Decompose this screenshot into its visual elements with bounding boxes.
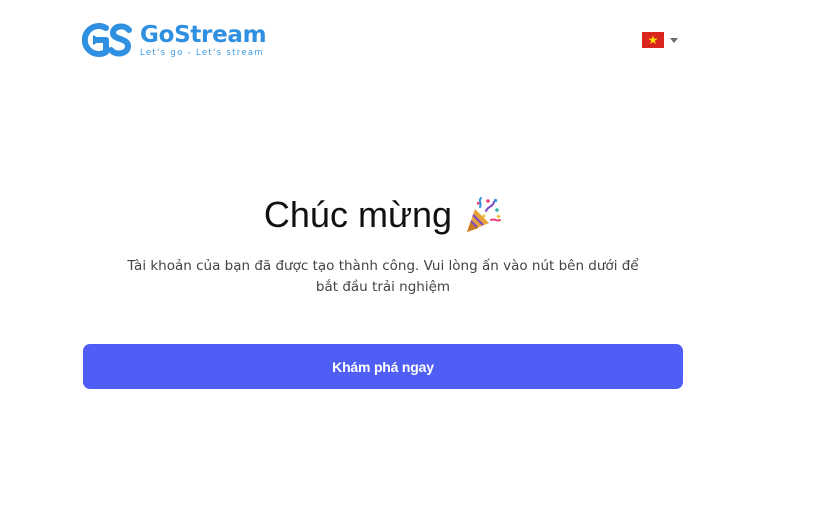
success-message: Tài khoản của bạn đã được tạo thành công… bbox=[127, 258, 639, 295]
title-row: Chúc mừng bbox=[0, 193, 766, 237]
page-title: Chúc mừng bbox=[263, 194, 453, 235]
logo-text: GoStream Let's go - Let's stream bbox=[140, 21, 267, 58]
gostream-logo-icon bbox=[82, 23, 132, 57]
brand-name: GoStream bbox=[140, 21, 267, 48]
explore-now-button[interactable]: Khám phá ngay bbox=[83, 344, 683, 389]
caret-down-icon[interactable] bbox=[670, 37, 678, 43]
party-popper-icon bbox=[467, 197, 502, 232]
vietnam-flag-icon bbox=[642, 32, 664, 48]
language-selector[interactable] bbox=[642, 32, 678, 48]
brand-tagline: Let's go - Let's stream bbox=[140, 47, 264, 58]
gostream-logo[interactable]: GoStream Let's go - Let's stream bbox=[82, 21, 267, 59]
signup-success-page: GoStream Let's go - Let's stream Chúc mừ… bbox=[0, 0, 826, 516]
